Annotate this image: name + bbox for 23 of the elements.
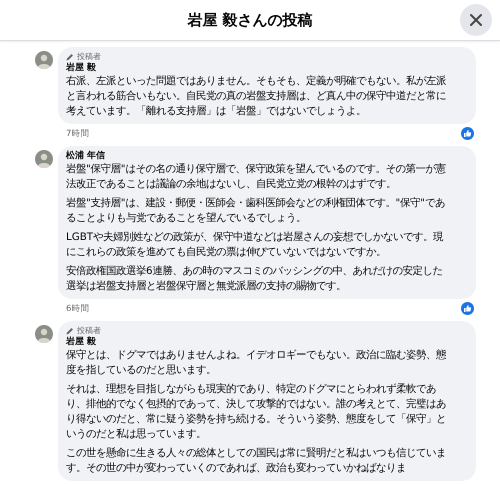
avatar-icon[interactable] bbox=[35, 325, 53, 343]
comment-text: LGBTや夫婦別姓などの政策が、保守中道などは岩屋さんの妄想でしかないです。現にこれらの政策を進めても自民党の票は伸びていないではないですか。 bbox=[66, 230, 444, 260]
author-badge-label: 投稿者 bbox=[77, 325, 101, 336]
author-name[interactable]: 松浦 年信 bbox=[66, 150, 452, 162]
comment-time[interactable]: 6時間 bbox=[66, 302, 90, 314]
comment-time[interactable]: 7時間 bbox=[66, 128, 90, 140]
window-title: 岩屋 毅さんの投稿 bbox=[187, 10, 313, 30]
comment-text: 安倍政権国政選挙6連勝、あの時のマスコミのバッシングの中、あれだけの安定した選挙は岩盤支持層と岩盤保守層と無党派層の支持の賜物です。 bbox=[66, 264, 444, 294]
avatar-icon[interactable] bbox=[35, 150, 53, 168]
comment-text: 保守とは、ドグマではありませんよね。イデオロギーでもない。政治に臨む姿勢、態度を指しているのだと思います。 bbox=[66, 348, 447, 378]
comment-text: 右派、左派といった問題ではありません。そもそも、定義が明確でもない。私が左派と言われる筋合いもない。自民党の真の岩盤支持層は、ど真ん中の保守中道だと常に考えています。「離れる支持層」は「岩盤」ではないでしょうよ。 bbox=[66, 74, 447, 119]
comment-text: それは、理想を目指しながらも現実的であり、特定のドグマにとらわれず柔軟であり、排他的でなく包摂的であって、決して攻撃的ではない。誰の考えとて、完璧はあり得ないのだと、常に疑う姿勢を持ち続ける。そういう姿勢、態度をして「保守」というのだと私は思っています。 bbox=[66, 382, 447, 442]
comment-text: 岩盤"支持層"は、建設・郵便・医師会・歯科医師会などの利権団体です。"保守"であることよりも与党であることを望んでいるでしょう。 bbox=[66, 196, 446, 226]
close-button[interactable] bbox=[460, 4, 492, 36]
close-icon bbox=[469, 13, 483, 27]
author-name[interactable]: 岩屋 毅 bbox=[66, 62, 452, 74]
author-badge-label: 投稿者 bbox=[77, 51, 101, 62]
pencil-icon bbox=[66, 52, 74, 60]
comment-text: 岩盤"保守層"はその名の通り保守層で、保守政策を望んでいるのです。その第一が憲法改正であることは議論の余地はないし、自民党立党の根幹のはずです。 bbox=[66, 162, 446, 192]
pencil-icon bbox=[66, 326, 74, 334]
comment-text: この世を懸命に生きる人々の総体としての国民は常に賢明だと私はいつも信じています。その世の中が変わっていくのであれば、政治も変わっていかねばなりま bbox=[66, 446, 447, 476]
avatar-icon[interactable] bbox=[35, 51, 53, 69]
author-name[interactable]: 岩屋 毅 bbox=[66, 336, 452, 348]
